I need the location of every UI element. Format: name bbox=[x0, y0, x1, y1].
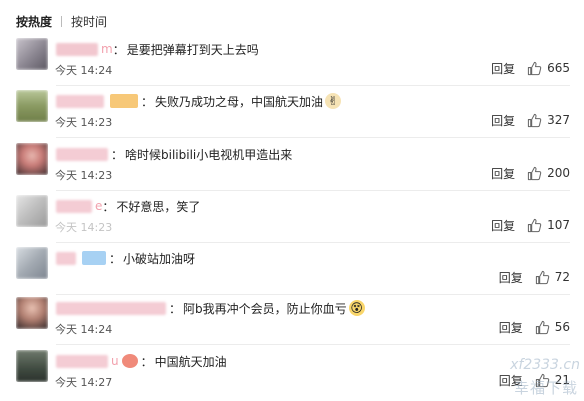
avatar[interactable] bbox=[16, 143, 48, 175]
reply-button[interactable]: 回复 bbox=[491, 112, 515, 129]
like-count: 56 bbox=[554, 320, 570, 334]
comment-actions: 回复 327 bbox=[491, 112, 570, 128]
dizzy-face-emoji: 😵 bbox=[348, 300, 365, 316]
member-badge bbox=[110, 94, 138, 108]
reply-button[interactable]: 回复 bbox=[499, 269, 523, 286]
username-suffix[interactable]: m bbox=[101, 42, 113, 56]
like-count: 200 bbox=[547, 166, 570, 180]
comment-actions: 回复 665 bbox=[491, 60, 570, 76]
like-button[interactable]: 665 bbox=[527, 61, 570, 76]
reply-button[interactable]: 回复 bbox=[491, 60, 515, 77]
avatar[interactable] bbox=[16, 195, 48, 227]
comment-text: 啥时候bilibili小电视机甲造出来 bbox=[125, 147, 293, 162]
comment-item: ： 阿b我再冲个会员，防止你血亏 😵 今天 14:24 回复 56 bbox=[0, 297, 584, 349]
comment-text: 小破站加油呀 bbox=[123, 251, 196, 266]
avatar[interactable] bbox=[16, 350, 48, 382]
username-suffix[interactable]: e bbox=[95, 199, 102, 213]
watermark-name: 幸福下载 bbox=[513, 379, 578, 397]
thumbs-up-icon bbox=[527, 61, 542, 75]
like-count: 665 bbox=[547, 61, 570, 75]
watermark-url: xf2333.cn bbox=[510, 357, 580, 373]
like-button[interactable]: 107 bbox=[527, 218, 570, 233]
row-divider bbox=[56, 190, 570, 191]
sort-tabs: 按热度 按时间 bbox=[16, 12, 107, 30]
avatar[interactable] bbox=[16, 90, 48, 122]
comment-item: ： 失败乃成功之母，中国航天加油 ✌ 今天 14:23 回复 327 bbox=[0, 90, 584, 142]
row-divider bbox=[56, 85, 570, 86]
username-blurred[interactable] bbox=[56, 251, 76, 265]
row-divider bbox=[56, 137, 570, 138]
comment-item: e ： 不好意思，笑了 今天 14:23 回复 107 bbox=[0, 195, 584, 247]
username-blurred[interactable] bbox=[56, 301, 166, 315]
like-button[interactable]: 327 bbox=[527, 113, 570, 128]
comment-time: 今天 14:23 bbox=[55, 169, 113, 182]
username-suffix[interactable]: u bbox=[111, 354, 119, 368]
row-divider bbox=[56, 344, 570, 345]
reply-button[interactable]: 回复 bbox=[491, 165, 515, 182]
comment-item: m ： 是要把弹幕打到天上去吗 今天 14:24 回复 665 bbox=[0, 38, 584, 90]
row-divider bbox=[56, 242, 570, 243]
comment-headline: e ： 不好意思，笑了 bbox=[56, 197, 200, 215]
like-button[interactable]: 72 bbox=[535, 270, 570, 285]
tab-sort-by-time[interactable]: 按时间 bbox=[71, 13, 107, 30]
comment-item: u ： 中国航天加油 今天 14:27 回复 21 bbox=[0, 350, 584, 401]
avatar[interactable] bbox=[16, 247, 48, 279]
username-blurred[interactable] bbox=[56, 147, 108, 161]
comment-actions: 回复 107 bbox=[491, 217, 570, 233]
comment-item: ： 啥时候bilibili小电视机甲造出来 今天 14:23 回复 200 bbox=[0, 143, 584, 195]
username-blurred[interactable] bbox=[56, 94, 104, 108]
row-divider bbox=[56, 294, 570, 295]
comment-time: 今天 14:24 bbox=[55, 64, 113, 77]
reply-button[interactable]: 回复 bbox=[499, 319, 523, 336]
like-count: 72 bbox=[554, 270, 570, 284]
comment-time: 今天 14:23 bbox=[55, 221, 113, 234]
thumbs-up-icon bbox=[535, 270, 549, 284]
comment-text: 不好意思，笑了 bbox=[116, 199, 201, 214]
thumbs-up-icon bbox=[527, 166, 542, 180]
tab-sort-by-hot[interactable]: 按热度 bbox=[16, 13, 52, 30]
comment-headline: ： 失败乃成功之母，中国航天加油 ✌ bbox=[56, 92, 342, 110]
comment-time: 今天 14:24 bbox=[55, 323, 113, 336]
like-count: 107 bbox=[547, 218, 570, 232]
level-badge bbox=[121, 354, 138, 368]
comment-text: 阿b我再冲个会员，防止你血亏 bbox=[183, 301, 347, 316]
reply-button[interactable]: 回复 bbox=[491, 217, 515, 234]
comment-headline: ： 阿b我再冲个会员，防止你血亏 😵 bbox=[56, 299, 365, 317]
comment-text: 是要把弹幕打到天上去吗 bbox=[126, 42, 259, 57]
comment-panel: 按热度 按时间 m ： 是要把弹幕打到天上去吗 今天 14:24 回复 665 … bbox=[0, 0, 584, 401]
vip-badge bbox=[82, 251, 106, 265]
comment-actions: 回复 200 bbox=[491, 165, 570, 181]
avatar[interactable] bbox=[16, 38, 48, 70]
comment-item: ： 小破站加油呀 回复 72 bbox=[0, 247, 584, 299]
avatar[interactable] bbox=[16, 297, 48, 329]
thumbs-up-icon bbox=[535, 320, 549, 334]
comment-time: 今天 14:27 bbox=[55, 376, 113, 389]
like-count: 327 bbox=[547, 113, 570, 127]
username-blurred[interactable] bbox=[56, 42, 98, 56]
thumbs-up-icon bbox=[527, 113, 542, 127]
watermark: xf2333.cn 幸福下载 bbox=[498, 357, 580, 399]
comment-headline: ： 啥时候bilibili小电视机甲造出来 bbox=[56, 145, 292, 163]
comment-headline: u ： 中国航天加油 bbox=[56, 352, 227, 370]
victory-hand-emoji: ✌ bbox=[325, 93, 342, 109]
like-button[interactable]: 56 bbox=[535, 320, 570, 335]
username-blurred[interactable] bbox=[56, 354, 108, 368]
comment-actions: 回复 72 bbox=[499, 269, 570, 285]
comment-headline: m ： 是要把弹幕打到天上去吗 bbox=[56, 40, 259, 58]
comment-actions: 回复 56 bbox=[499, 319, 570, 335]
comment-time: 今天 14:23 bbox=[55, 116, 113, 129]
comment-text: 失败乃成功之母，中国航天加油 bbox=[155, 94, 324, 109]
comment-text: 中国航天加油 bbox=[154, 354, 227, 369]
username-blurred[interactable] bbox=[56, 199, 92, 213]
like-button[interactable]: 200 bbox=[527, 166, 570, 181]
comment-headline: ： 小破站加油呀 bbox=[56, 249, 195, 267]
thumbs-up-icon bbox=[527, 218, 542, 232]
tab-divider bbox=[61, 15, 63, 27]
